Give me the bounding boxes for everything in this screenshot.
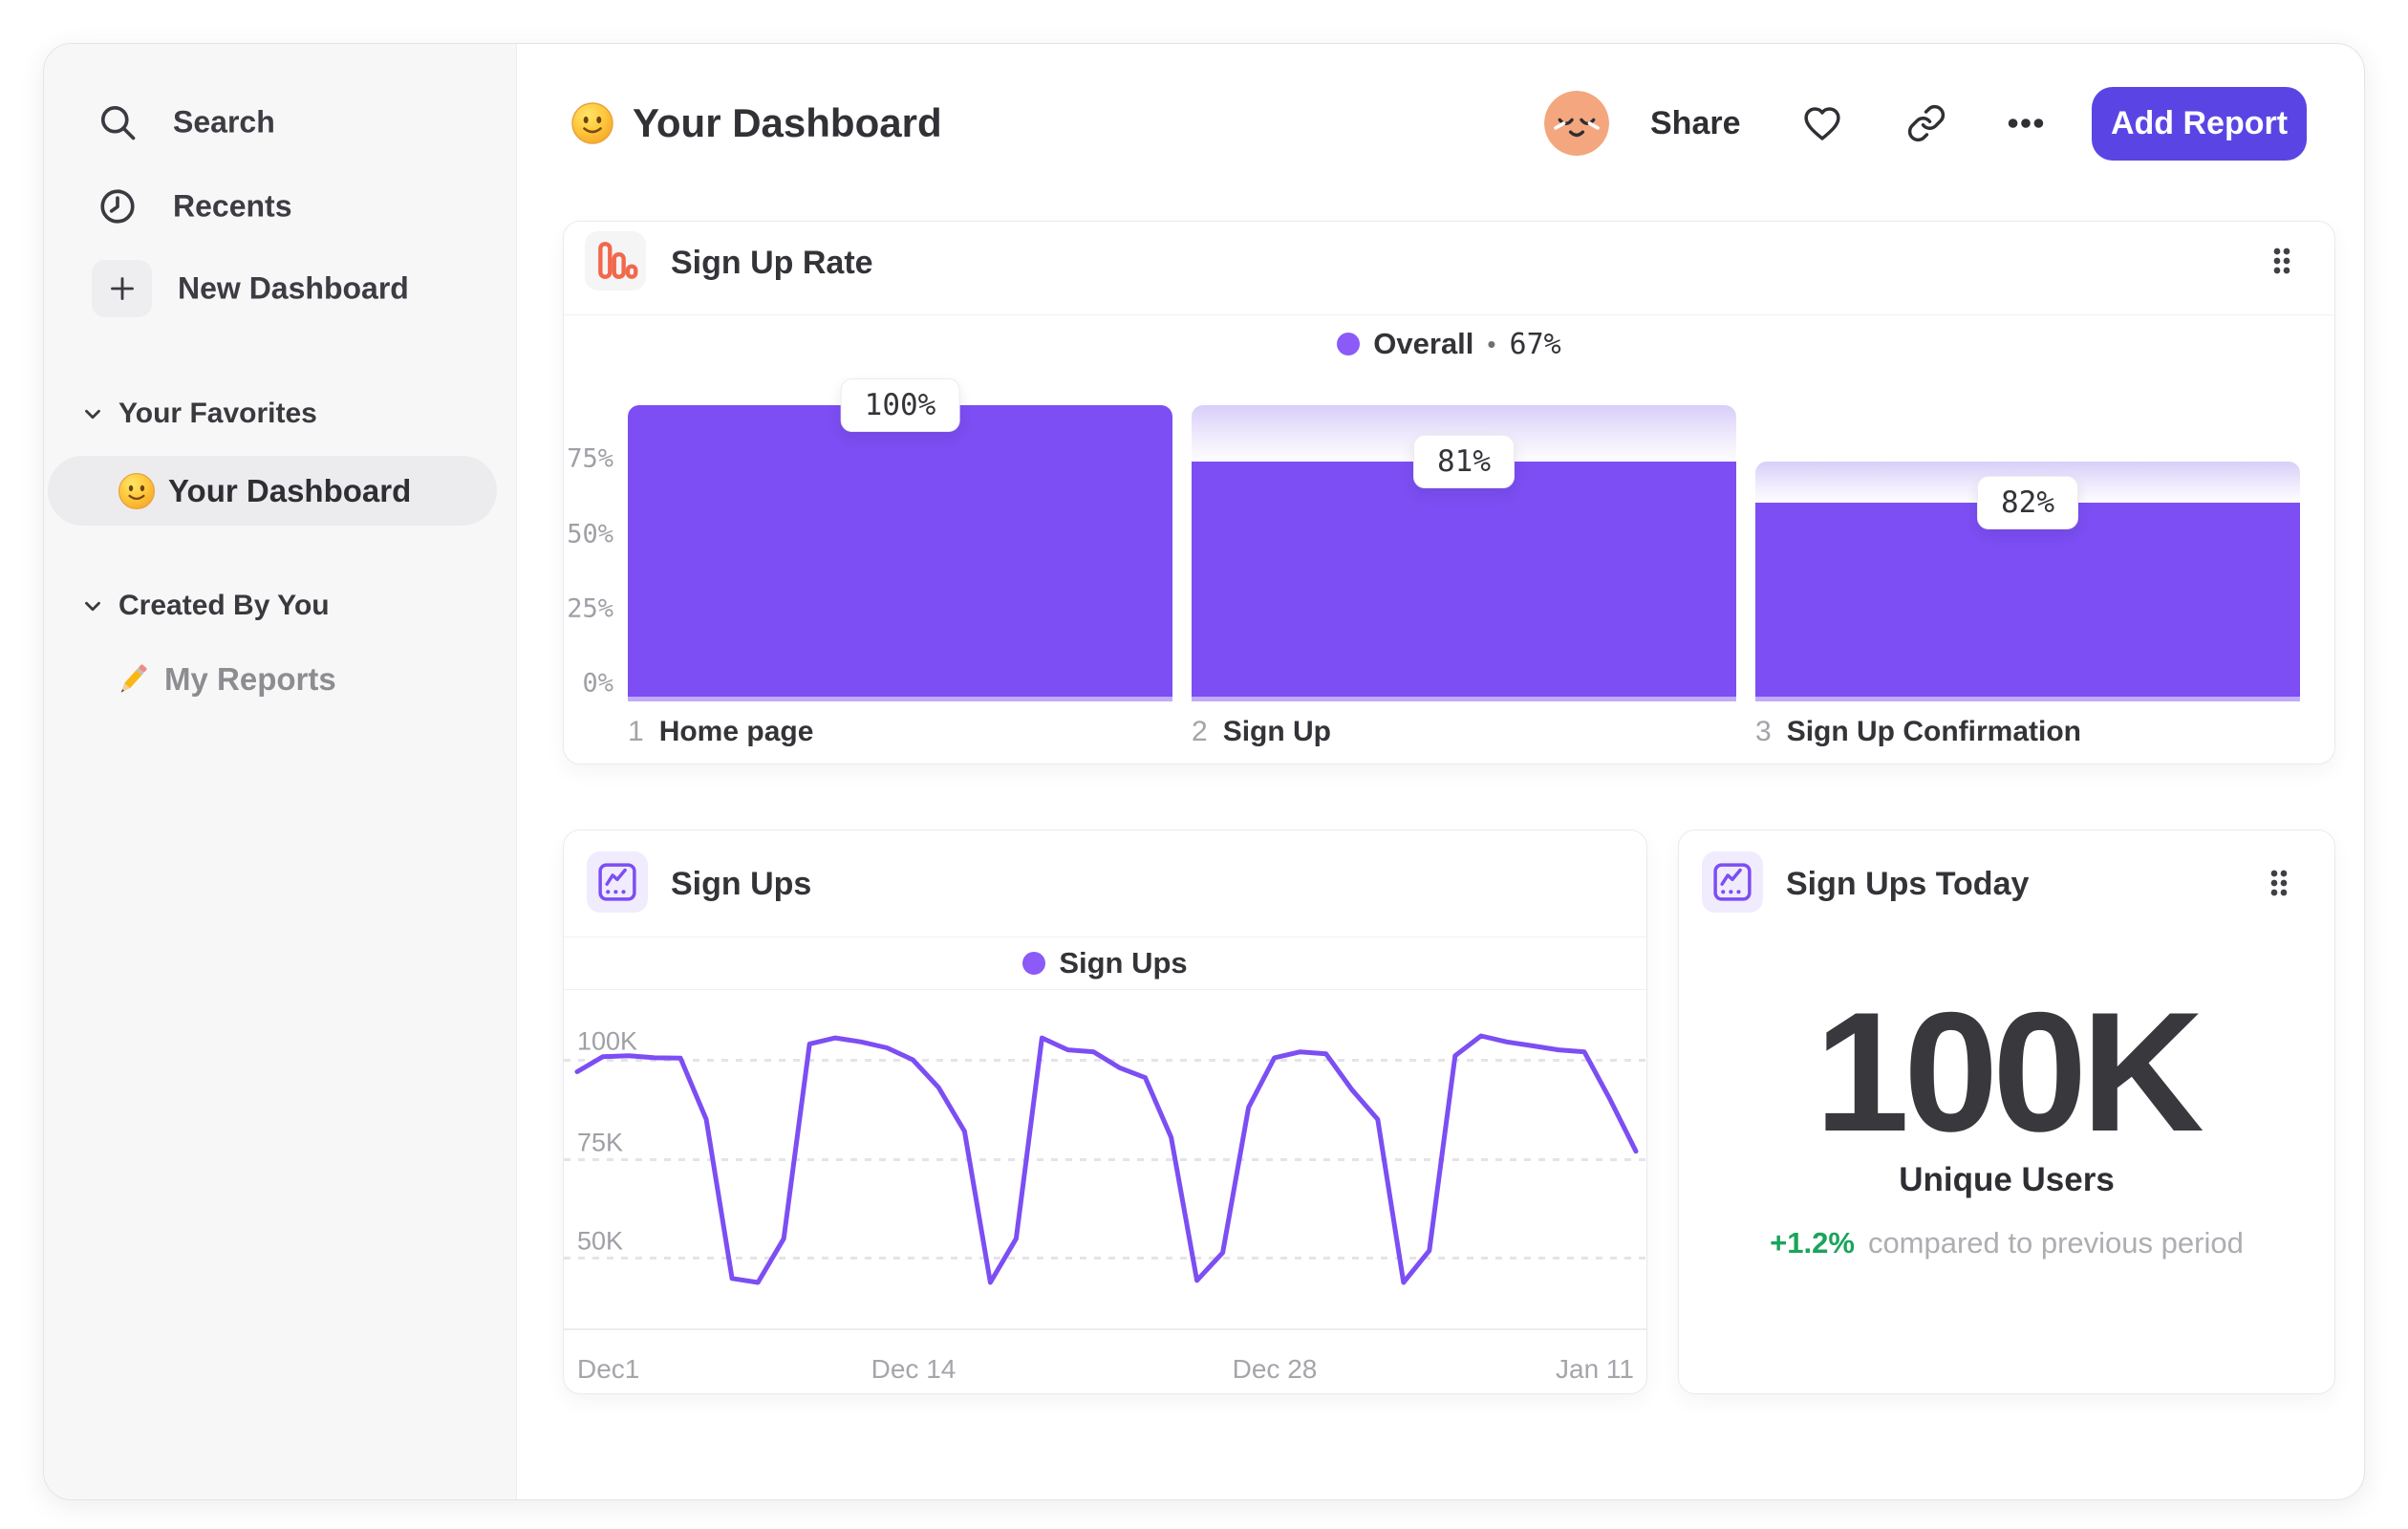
section-title: Your Favorites (118, 398, 317, 429)
signups-today-card: Sign Ups Today 100K Unique Users +1.2% c… (1678, 829, 2335, 1394)
funnel-baseline-strip (628, 697, 1172, 701)
step-name: Home page (658, 716, 814, 747)
funnel-value-label: 82% (1977, 476, 2078, 530)
share-button[interactable]: Share (1650, 91, 1741, 156)
sidebar-item-label: Recents (173, 188, 292, 224)
delta-note: compared to previous period (1867, 1226, 2244, 1260)
signup-rate-card: Sign Up Rate Overall • 67% 75% 50% 25% 0… (563, 221, 2335, 764)
sidebar-item-search[interactable]: Search (44, 91, 516, 154)
smiley-emoji-icon (117, 471, 157, 511)
chevron-down-icon (85, 601, 100, 612)
metric-label: Unique Users (1899, 1161, 2115, 1198)
plus-icon-box (92, 260, 152, 317)
step-name: Sign Up (1222, 716, 1332, 747)
step-index: 1 (628, 716, 644, 747)
signups-card: Sign Ups Sign Ups 100K 75K 50K Dec1 Dec … (563, 829, 1647, 1394)
funnel-baseline-strip (1755, 697, 2300, 701)
heart-icon (1804, 107, 1840, 140)
signups-line-chart (574, 1033, 1639, 1285)
funnel-bar[interactable] (1755, 503, 2300, 701)
app-window: Search Recents New Dashboard Your Favori… (43, 43, 2365, 1500)
funnel-chart: 75% 50% 25% 0% 100% 81% 82% 1 Home page … (564, 222, 2334, 764)
drag-handle-icon[interactable] (2260, 864, 2298, 902)
signups-line-series[interactable] (574, 1033, 1639, 1285)
sidebar: Search Recents New Dashboard Your Favori… (44, 44, 517, 1499)
x-tick: Jan 11 (1556, 1354, 1634, 1384)
sidebar-item-label: My Reports (164, 661, 336, 697)
y-tick: 75K (577, 1128, 624, 1157)
copy-link-button[interactable] (1894, 91, 1959, 156)
x-tick: Dec1 (577, 1354, 640, 1384)
funnel-step-label: 1 Home page (628, 716, 813, 748)
funnel-step-column: 100% (628, 222, 1172, 701)
avatar[interactable] (1544, 91, 1609, 156)
section-title: Created By You (118, 590, 330, 621)
y-tick: 75% (567, 443, 613, 474)
page: Search Recents New Dashboard Your Favori… (0, 0, 2408, 1529)
funnel-baseline-strip (1192, 697, 1736, 701)
sidebar-item-new-dashboard[interactable]: New Dashboard (44, 257, 516, 320)
sidebar-section-your-favorites[interactable]: Your Favorites (44, 395, 516, 433)
funnel-step-label: 3 Sign Up Confirmation (1755, 716, 2081, 748)
y-tick: 50K (577, 1226, 624, 1256)
card-title: Sign Ups Today (1786, 866, 2030, 902)
y-tick: 50% (567, 519, 613, 549)
chevron-down-icon (85, 409, 100, 420)
plus-icon (110, 277, 134, 300)
sidebar-item-your-dashboard[interactable]: Your Dashboard (48, 456, 497, 526)
x-tick: Dec 28 (1232, 1354, 1318, 1384)
funnel-step-column: 82% (1755, 222, 2300, 701)
metric-value: 100K (1815, 977, 2204, 1167)
line-chart-icon-box (1702, 851, 1763, 913)
link-icon (1907, 104, 1946, 142)
ellipsis-icon (2008, 118, 2044, 128)
funnel-step-column: 81% (1192, 222, 1736, 701)
sidebar-item-my-reports[interactable]: My Reports (44, 648, 516, 711)
funnel-bar[interactable] (1192, 461, 1736, 701)
favorite-button[interactable] (1790, 91, 1855, 156)
step-name: Sign Up Confirmation (1786, 716, 2081, 747)
search-icon (100, 105, 136, 140)
y-tick: 25% (567, 593, 613, 624)
clock-icon (100, 189, 135, 224)
sidebar-item-label: New Dashboard (178, 270, 409, 306)
sidebar-item-label: Search (173, 104, 275, 140)
funnel-step-label: 2 Sign Up (1192, 716, 1331, 748)
more-options-button[interactable] (1993, 91, 2058, 156)
y-tick: 0% (582, 668, 613, 699)
funnel-value-label: 81% (1413, 434, 1515, 488)
step-index: 2 (1192, 716, 1208, 747)
page-title: Your Dashboard (633, 100, 942, 145)
page-title-wrap: Your Dashboard (570, 91, 942, 156)
sidebar-item-label: Your Dashboard (168, 472, 412, 508)
delta-value: +1.2% (1770, 1226, 1855, 1260)
smiley-emoji-icon (570, 100, 615, 146)
funnel-y-axis: 75% 50% 25% 0% (564, 222, 615, 764)
funnel-value-label: 100% (840, 378, 960, 432)
sidebar-section-created-by-you[interactable]: Created By You (44, 587, 516, 625)
y-tick: 100K (577, 1026, 638, 1056)
line-chart-icon (1713, 863, 1752, 901)
metric-delta-row: +1.2% compared to previous period (1679, 1226, 2334, 1260)
pencil-emoji-icon (113, 659, 153, 700)
funnel-bar[interactable] (628, 405, 1172, 701)
add-report-button[interactable]: Add Report (2092, 87, 2307, 161)
sidebar-item-recents[interactable]: Recents (44, 175, 516, 238)
x-tick: Dec 14 (871, 1354, 957, 1384)
step-index: 3 (1755, 716, 1772, 747)
